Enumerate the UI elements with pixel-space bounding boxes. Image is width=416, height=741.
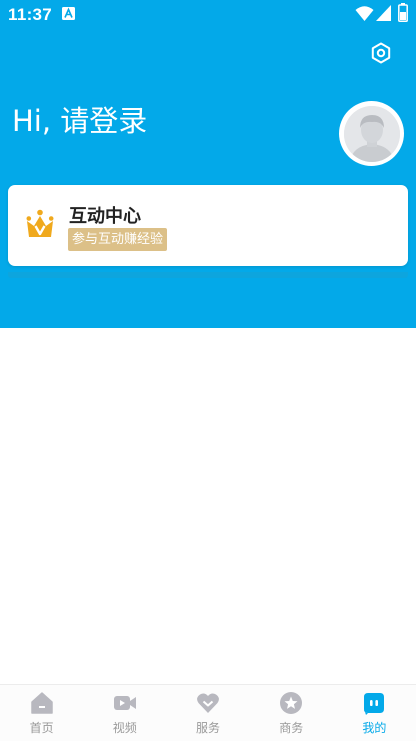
nav-item-service[interactable]: 服务 [166, 685, 249, 741]
status-bar: 11:37 [0, 0, 416, 30]
avatar[interactable] [339, 101, 404, 166]
card-shadow-strip [8, 272, 408, 278]
default-avatar-icon [343, 105, 400, 162]
home-icon [30, 692, 53, 714]
nav-label-home: 首页 [29, 721, 54, 735]
nav-item-home[interactable]: 首页 [0, 685, 83, 741]
wifi-icon [355, 6, 374, 21]
nav-item-video[interactable]: 视频 [83, 685, 166, 741]
profile-screen: 11:37 Hi, 请登录 互动中心 参与互动赚经验 首页 视频 服务 商务 我… [0, 0, 416, 741]
gear-icon [371, 42, 391, 64]
nav-label-video: 视频 [112, 721, 137, 735]
profile-icon [364, 693, 385, 715]
battery-icon [398, 3, 408, 22]
card-title: 互动中心 [69, 206, 141, 227]
header-background [0, 0, 416, 328]
card-badge: 参与互动赚经验 [68, 228, 168, 251]
login-prompt[interactable]: Hi, 请登录 [12, 98, 147, 140]
video-icon [113, 696, 136, 710]
nav-item-business[interactable]: 商务 [250, 685, 333, 741]
nav-label-business: 商务 [279, 721, 304, 735]
nav-item-mine[interactable]: 我的 [333, 685, 416, 741]
a-notification-icon [62, 7, 75, 20]
crown-icon [26, 209, 54, 237]
star-icon [280, 692, 303, 714]
heart-icon [197, 693, 219, 713]
status-time: 11:37 [8, 5, 53, 24]
settings-button[interactable] [366, 38, 396, 68]
interaction-center-card[interactable]: 互动中心 参与互动赚经验 [8, 185, 408, 266]
nav-label-mine: 我的 [362, 721, 387, 735]
bottom-navigation: 首页 视频 服务 商务 我的 [0, 684, 416, 741]
signal-icon [376, 5, 391, 21]
nav-label-service: 服务 [196, 721, 221, 735]
